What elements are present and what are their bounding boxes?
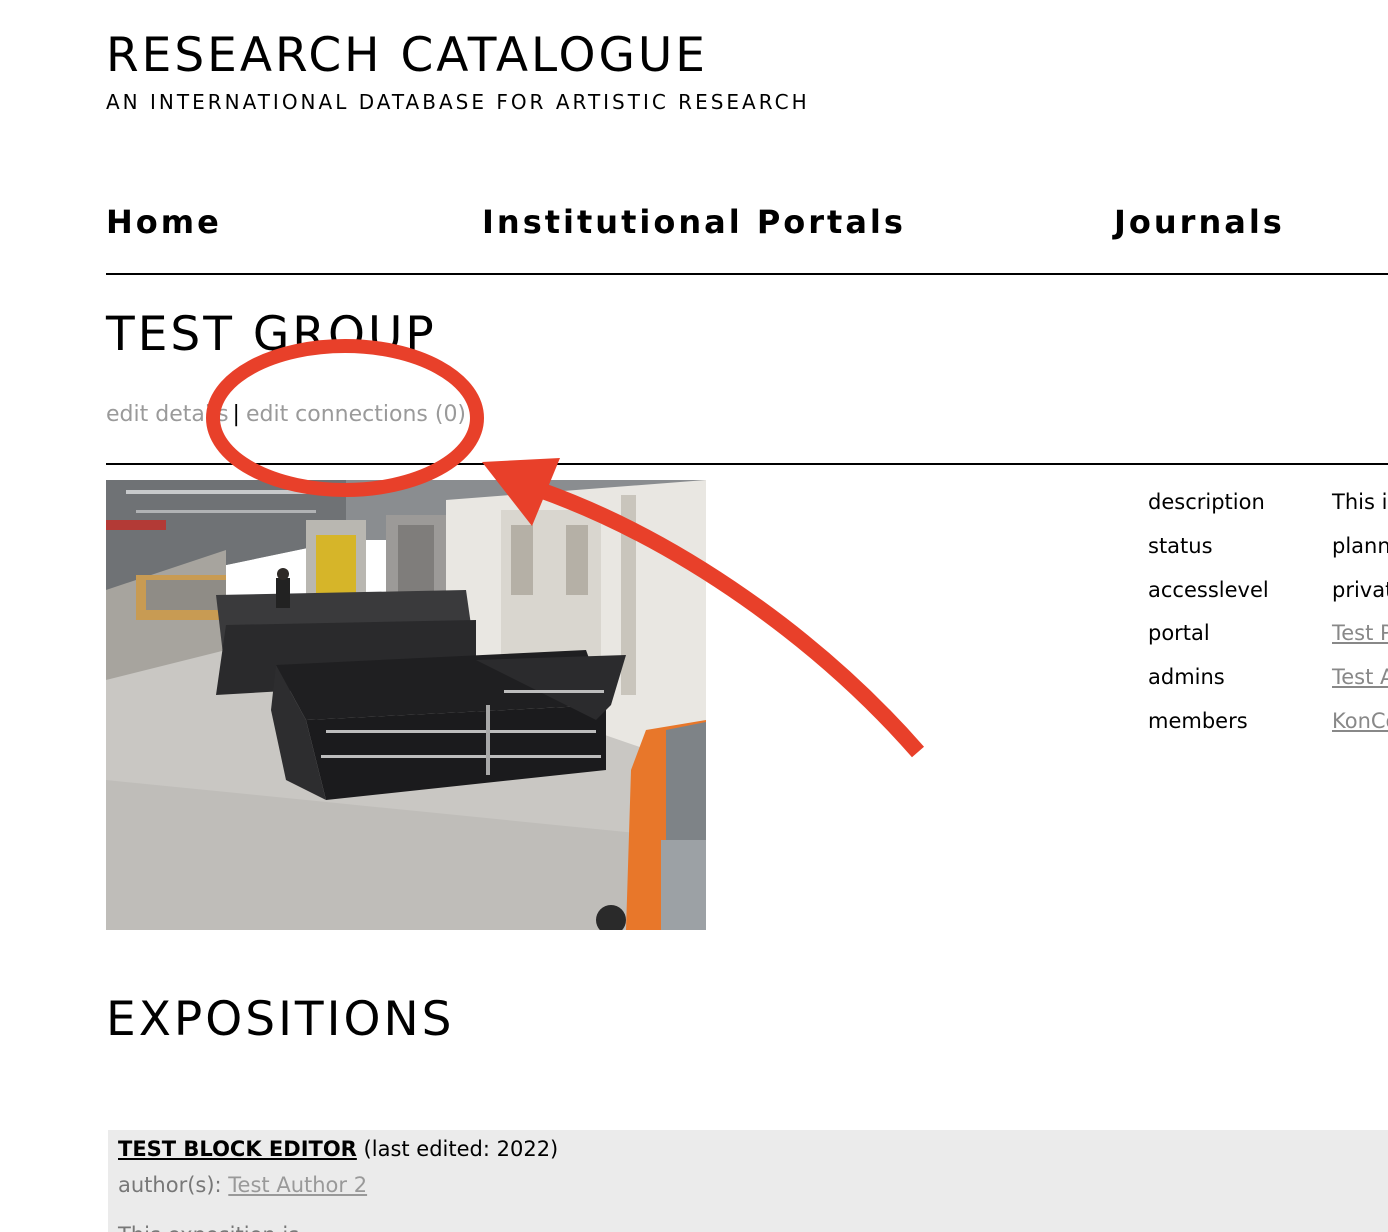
group-details: description This is status planned acces… — [1148, 484, 1388, 747]
group-photo-image — [106, 480, 706, 930]
edit-connections-link[interactable]: edit connections (0) — [246, 402, 466, 427]
detail-row-members: members KonCon — [1148, 703, 1388, 747]
edit-details-link[interactable]: edit details — [106, 402, 229, 427]
detail-value: private — [1332, 577, 1388, 602]
authors-label: author(s): — [118, 1173, 222, 1197]
exposition-meta: (last edited: 2022) — [363, 1137, 559, 1161]
detail-row-description: description This is — [1148, 484, 1388, 528]
nav-divider — [106, 273, 1388, 275]
detail-row-accesslevel: accesslevel private — [1148, 572, 1388, 616]
member-link[interactable]: KonCon — [1332, 703, 1388, 739]
detail-key: description — [1148, 490, 1265, 514]
page: RESEARCH CATALOGUE AN INTERNATIONAL DATA… — [0, 0, 1388, 1232]
site-title[interactable]: RESEARCH CATALOGUE — [106, 28, 708, 84]
exposition-card: TEST BLOCK EDITOR (last edited: 2022) au… — [108, 1130, 1388, 1232]
detail-row-admins: admins Test Author — [1148, 659, 1388, 703]
section-divider — [106, 463, 1388, 465]
exposition-authors-line: author(s): Test Author 2 — [118, 1170, 367, 1200]
detail-key: accesslevel — [1148, 577, 1269, 602]
detail-value: This is — [1332, 490, 1388, 514]
nav-item-home[interactable]: Home — [106, 202, 222, 242]
expositions-heading: EXPOSITIONS — [106, 992, 455, 1047]
site-subtitle: AN INTERNATIONAL DATABASE FOR ARTISTIC R… — [106, 90, 810, 114]
portal-link[interactable]: Test Portal — [1332, 615, 1388, 651]
edit-links: edit details | edit connections (0) — [106, 400, 466, 430]
detail-row-status: status planned — [1148, 528, 1388, 572]
group-title: TEST GROUP — [106, 307, 437, 362]
author-link[interactable]: Test Author 2 — [228, 1173, 367, 1197]
nav-item-institutional-portals[interactable]: Institutional Portals — [482, 202, 906, 242]
detail-row-portal: portal Test Portal — [1148, 615, 1388, 659]
detail-key: members — [1148, 708, 1248, 733]
detail-key: portal — [1148, 621, 1210, 646]
exposition-title-link[interactable]: TEST BLOCK EDITOR — [118, 1137, 357, 1161]
group-photo — [106, 480, 706, 930]
exposition-title-line: TEST BLOCK EDITOR (last edited: 2022) — [118, 1134, 558, 1164]
exposition-abstract: This exposition is — [118, 1220, 299, 1232]
nav-item-journals[interactable]: Journals — [1114, 202, 1285, 242]
admin-link[interactable]: Test Author — [1332, 659, 1388, 695]
detail-key: admins — [1148, 665, 1225, 690]
edit-links-separator: | — [232, 402, 240, 427]
detail-value: planned — [1332, 533, 1388, 558]
detail-key: status — [1148, 533, 1213, 558]
